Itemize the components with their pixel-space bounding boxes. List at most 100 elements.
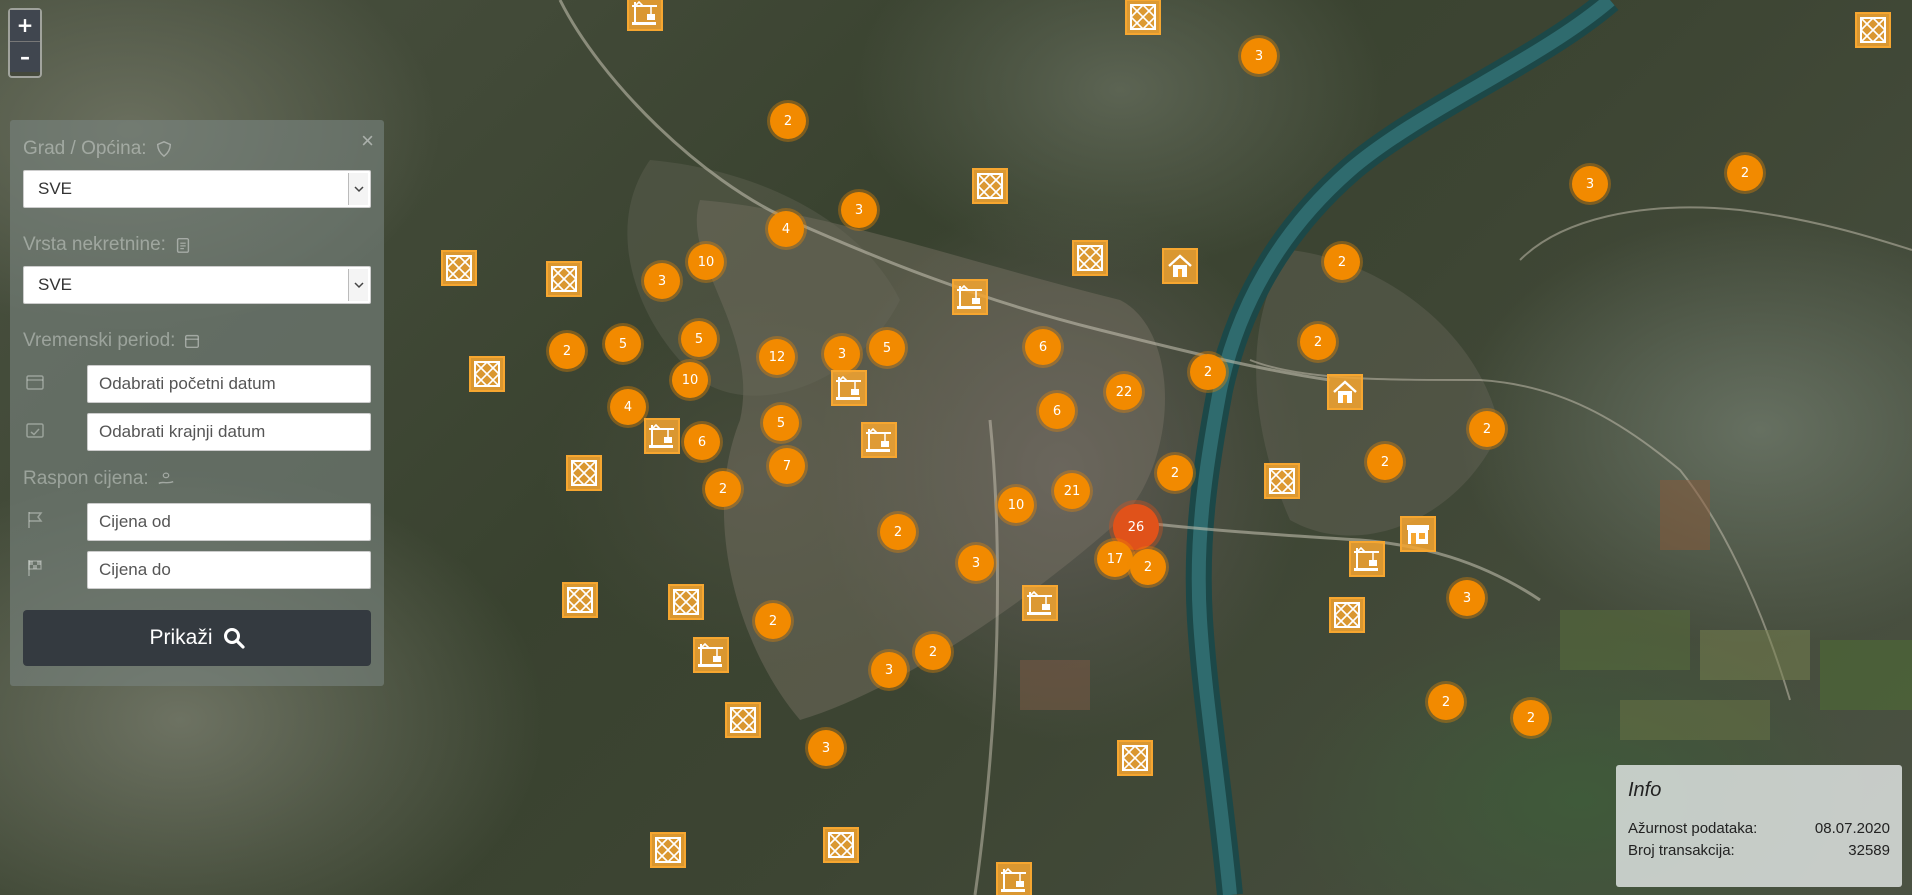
- shop-marker-icon[interactable]: [1400, 516, 1436, 552]
- cluster-marker[interactable]: 12: [759, 339, 795, 375]
- land-marker-icon[interactable]: [469, 356, 505, 392]
- cluster-marker[interactable]: 3: [644, 263, 680, 299]
- land-marker-icon[interactable]: [725, 702, 761, 738]
- crane-marker-icon[interactable]: [644, 418, 680, 454]
- cluster-marker[interactable]: 2: [549, 333, 585, 369]
- land-marker-icon[interactable]: [1264, 463, 1300, 499]
- land-marker-icon[interactable]: [972, 168, 1008, 204]
- field: [1820, 640, 1912, 710]
- crane-marker-icon[interactable]: [952, 279, 988, 315]
- land-marker-icon[interactable]: [1329, 597, 1365, 633]
- cluster-marker[interactable]: 2: [1157, 455, 1193, 491]
- count-label: Broj transakcija:: [1628, 842, 1735, 859]
- show-button[interactable]: Prikaži: [23, 610, 371, 666]
- count-line: Broj transakcija: 32589: [1628, 840, 1890, 862]
- crane-marker-icon[interactable]: [693, 637, 729, 673]
- land-marker-icon[interactable]: [823, 827, 859, 863]
- flag-icon: [23, 510, 87, 535]
- cluster-marker[interactable]: 2: [1300, 324, 1336, 360]
- close-icon[interactable]: ×: [361, 128, 374, 154]
- cluster-marker[interactable]: 2: [1190, 354, 1226, 390]
- start-date-input[interactable]: [87, 365, 371, 403]
- chevron-down-icon: [348, 269, 368, 301]
- type-select[interactable]: SVE: [23, 266, 371, 304]
- cluster-marker[interactable]: 2: [705, 471, 741, 507]
- crane-marker-icon[interactable]: [1022, 585, 1058, 621]
- zoom-in-button[interactable]: +: [10, 10, 40, 41]
- cluster-marker[interactable]: 2: [1469, 411, 1505, 447]
- land-marker-icon[interactable]: [546, 261, 582, 297]
- cluster-marker[interactable]: 2: [770, 103, 806, 139]
- cluster-marker[interactable]: 4: [610, 389, 646, 425]
- land-marker-icon[interactable]: [1125, 0, 1161, 35]
- cluster-marker[interactable]: 21: [1054, 473, 1090, 509]
- cluster-marker[interactable]: 2: [915, 634, 951, 670]
- crane-marker-icon[interactable]: [1349, 541, 1385, 577]
- house-marker-icon[interactable]: [1162, 248, 1198, 284]
- cluster-marker[interactable]: 10: [998, 487, 1034, 523]
- crane-marker-icon[interactable]: [627, 0, 663, 31]
- city-label-text: Grad / Općina:: [23, 138, 147, 159]
- house-marker-icon[interactable]: [1327, 374, 1363, 410]
- cluster-marker[interactable]: 4: [768, 211, 804, 247]
- updated-label: Ažurnost podataka:: [1628, 820, 1758, 837]
- coins-hand-icon: [158, 472, 174, 485]
- land-marker-icon[interactable]: [650, 832, 686, 868]
- cluster-marker[interactable]: 3: [1241, 38, 1277, 74]
- calendar-icon: [185, 334, 200, 349]
- cluster-marker[interactable]: 6: [1039, 393, 1075, 429]
- zoom-control: + –: [8, 8, 42, 78]
- cluster-marker[interactable]: 7: [769, 448, 805, 484]
- land-marker-icon[interactable]: [1117, 740, 1153, 776]
- price-to-row: [23, 550, 371, 590]
- cluster-marker[interactable]: 5: [869, 330, 905, 366]
- cluster-marker[interactable]: 10: [688, 244, 724, 280]
- cluster-marker[interactable]: 5: [605, 326, 641, 362]
- crane-marker-icon[interactable]: [861, 422, 897, 458]
- land-marker-icon[interactable]: [668, 584, 704, 620]
- field: [1560, 610, 1690, 670]
- calendar-icon: [23, 372, 87, 397]
- cluster-marker[interactable]: 2: [1428, 684, 1464, 720]
- cluster-marker[interactable]: 10: [672, 362, 708, 398]
- price-to-input[interactable]: [87, 551, 371, 589]
- cluster-marker[interactable]: 17: [1097, 541, 1133, 577]
- city-select[interactable]: SVE: [23, 170, 371, 208]
- crane-marker-icon[interactable]: [996, 862, 1032, 895]
- cluster-marker[interactable]: 3: [824, 336, 860, 372]
- cluster-marker[interactable]: 2: [1727, 155, 1763, 191]
- land-marker-icon[interactable]: [566, 455, 602, 491]
- cluster-marker[interactable]: 3: [871, 652, 907, 688]
- field: [1620, 700, 1770, 740]
- cluster-marker[interactable]: 3: [808, 730, 844, 766]
- cluster-marker[interactable]: 2: [1367, 444, 1403, 480]
- period-label-text: Vremenski period:: [23, 330, 176, 351]
- cluster-marker[interactable]: 3: [1449, 580, 1485, 616]
- cluster-marker[interactable]: 22: [1106, 374, 1142, 410]
- cluster-marker[interactable]: 2: [880, 514, 916, 550]
- zoom-out-button[interactable]: –: [10, 41, 40, 72]
- cluster-marker[interactable]: 3: [841, 192, 877, 228]
- land-marker-icon[interactable]: [562, 582, 598, 618]
- type-label: Vrsta nekretnine:: [23, 230, 371, 260]
- cluster-marker[interactable]: 2: [755, 603, 791, 639]
- price-from-input[interactable]: [87, 503, 371, 541]
- land-marker-icon[interactable]: [1855, 12, 1891, 48]
- cluster-marker[interactable]: 2: [1324, 244, 1360, 280]
- cluster-marker[interactable]: 6: [1025, 329, 1061, 365]
- cluster-marker[interactable]: 3: [1572, 166, 1608, 202]
- cluster-marker[interactable]: 6: [684, 424, 720, 460]
- cluster-marker[interactable]: 2: [1513, 700, 1549, 736]
- clipboard-icon: [176, 237, 190, 253]
- cluster-marker[interactable]: 3: [958, 545, 994, 581]
- cluster-marker[interactable]: 2: [1130, 549, 1166, 585]
- type-select-value: SVE: [38, 275, 73, 294]
- crane-marker-icon[interactable]: [831, 370, 867, 406]
- end-date-input[interactable]: [87, 413, 371, 451]
- cluster-marker[interactable]: 5: [763, 405, 799, 441]
- start-date-row: [23, 364, 371, 404]
- land-marker-icon[interactable]: [441, 250, 477, 286]
- land-marker-icon[interactable]: [1072, 240, 1108, 276]
- cluster-marker[interactable]: 5: [681, 321, 717, 357]
- shield-icon: [156, 141, 171, 158]
